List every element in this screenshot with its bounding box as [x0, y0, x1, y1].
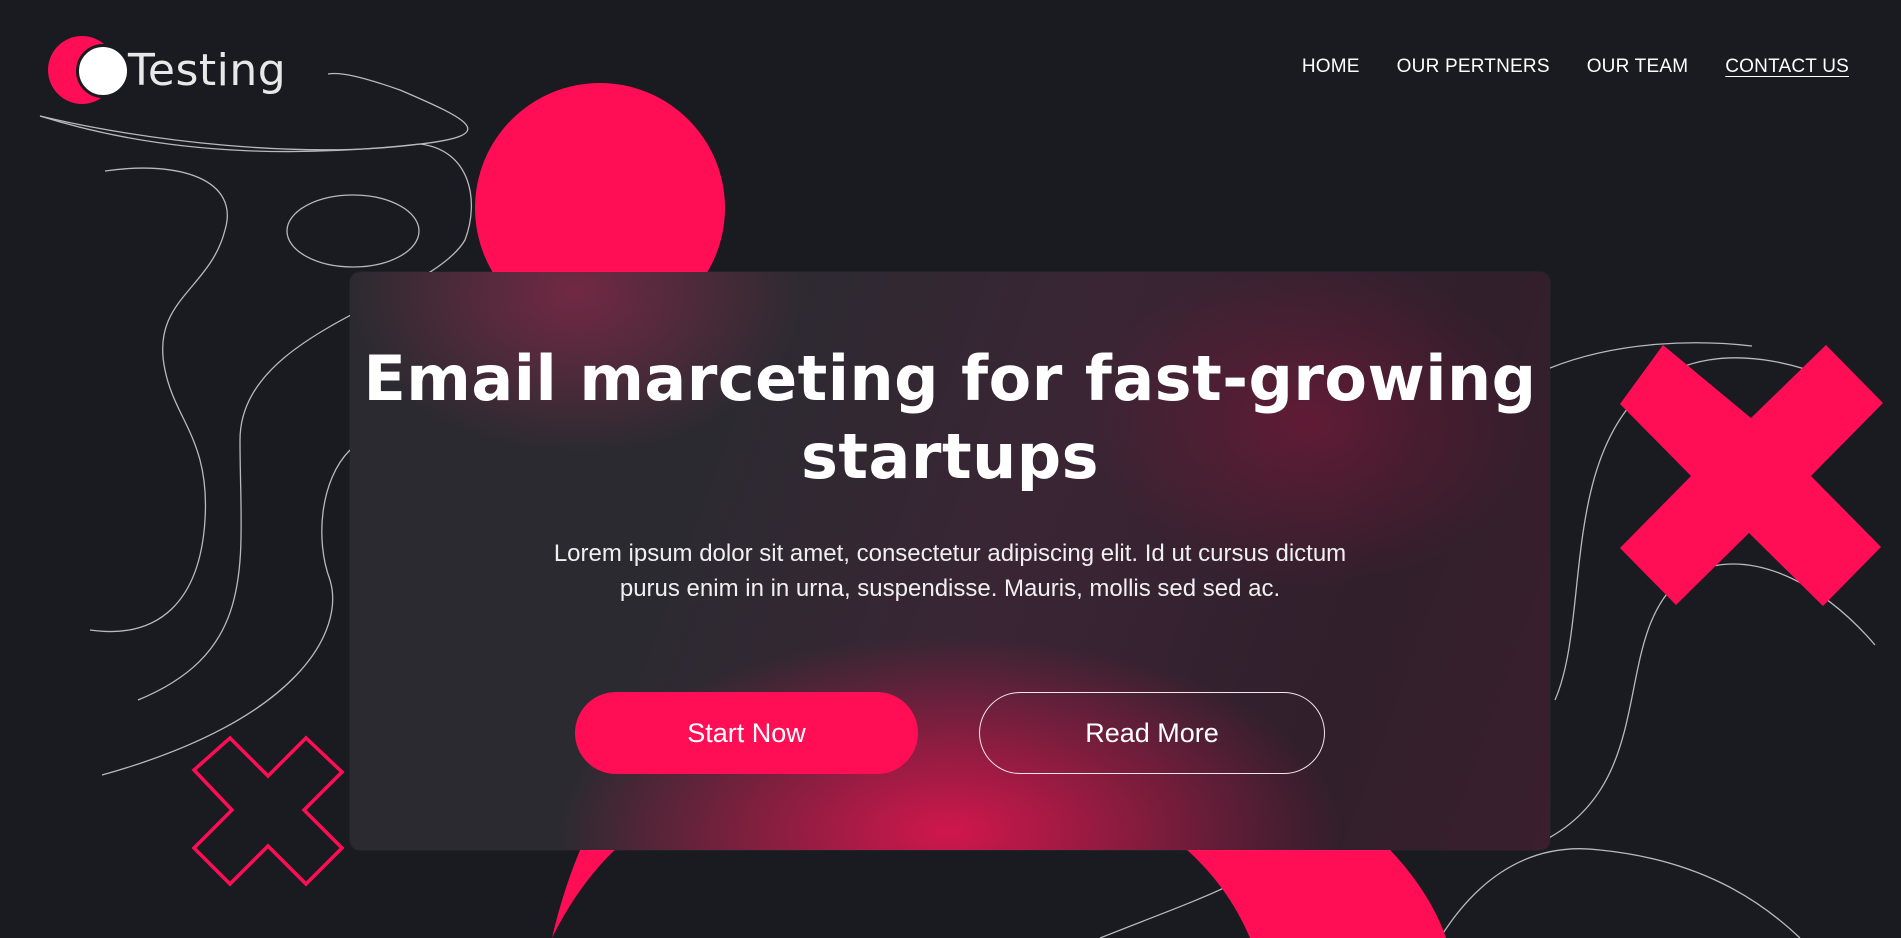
hero-subtitle: Lorem ipsum dolor sit amet, consectetur …	[553, 540, 1347, 602]
brand-logo[interactable]: Testing	[48, 34, 286, 106]
start-now-button[interactable]: Start Now	[575, 692, 918, 774]
brand-name: Testing	[128, 44, 287, 96]
main-nav: HOME OUR PERTNERS OUR TEAM CONTACT US	[1302, 56, 1849, 78]
pink-x-shape	[1620, 345, 1883, 606]
nav-contact[interactable]: CONTACT US	[1725, 56, 1849, 78]
hero-title: Email marceting for fast-growing startup…	[363, 342, 1537, 493]
outline-x-shape	[191, 735, 345, 887]
read-more-button[interactable]: Read More	[979, 692, 1325, 774]
circle-logo-icon	[48, 34, 134, 106]
nav-home[interactable]: HOME	[1302, 56, 1360, 78]
hero-card: Email marceting for fast-growing startup…	[350, 272, 1550, 850]
nav-partners[interactable]: OUR PERTNERS	[1397, 56, 1550, 78]
nav-team[interactable]: OUR TEAM	[1587, 56, 1689, 78]
